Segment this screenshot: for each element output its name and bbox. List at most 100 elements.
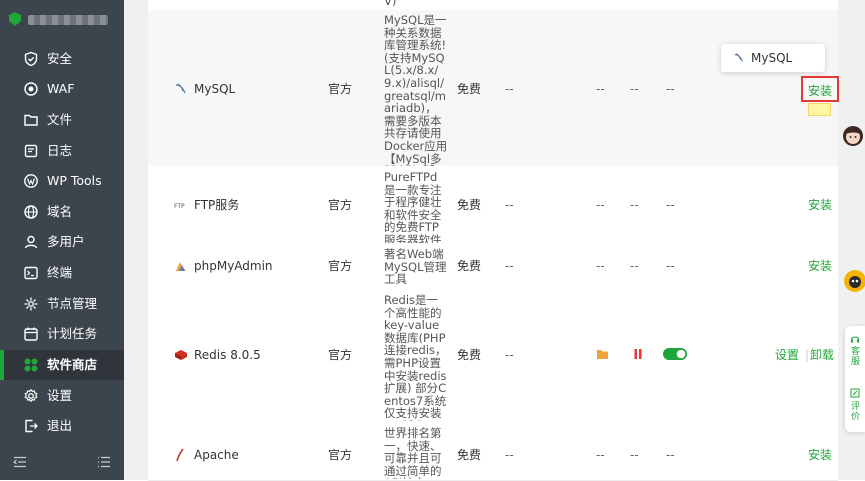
review-button[interactable]: 评价 bbox=[851, 402, 861, 422]
sidebar-item-label: 软件商店 bbox=[47, 357, 98, 372]
sidebar-item-cron[interactable]: 计划任务 bbox=[0, 319, 124, 349]
collapse-menu-icon[interactable] bbox=[13, 455, 27, 469]
svg-text:FTP: FTP bbox=[174, 203, 185, 210]
expire-date: -- bbox=[505, 198, 514, 212]
server-name-blurred bbox=[28, 15, 108, 25]
sidebar-item-waf[interactable]: WAF bbox=[0, 74, 124, 104]
grid-icon bbox=[23, 357, 39, 373]
helper-mascot-icon[interactable] bbox=[843, 268, 865, 294]
shield-icon bbox=[23, 51, 39, 67]
developer: 官方 bbox=[328, 348, 353, 362]
price: 免费 bbox=[457, 259, 482, 273]
float-toolbar: 客服 评价 bbox=[845, 326, 865, 432]
tooltip-text: MySQL bbox=[751, 51, 793, 65]
log-icon bbox=[23, 143, 39, 159]
description: 世界排名第一，快速、可靠并且可通过简单的API扩充 bbox=[384, 427, 442, 479]
developer: 官方 bbox=[328, 198, 353, 212]
mysql-icon bbox=[174, 82, 188, 96]
home-display-toggle[interactable] bbox=[663, 348, 687, 360]
table-row[interactable]: Apache 官方 世界排名第一，快速、可靠并且可通过简单的API扩充 免费 -… bbox=[148, 421, 838, 481]
customer-service-button[interactable]: 客服 bbox=[851, 347, 861, 367]
sidebar-item-logs[interactable]: 日志 bbox=[0, 136, 124, 166]
developer: 官方 bbox=[328, 82, 353, 96]
stop-service-icon[interactable] bbox=[633, 348, 643, 360]
description: 著名Web端MySQL管理工具 bbox=[384, 247, 447, 287]
sidebar-item-label: 计划任务 bbox=[47, 326, 98, 341]
sidebar-item-label: 退出 bbox=[47, 418, 73, 433]
sidebar-item-domains[interactable]: 域名 bbox=[0, 197, 124, 227]
sidebar-item-software-store[interactable]: 软件商店 bbox=[0, 350, 124, 380]
sidebar-item-files[interactable]: 文件 bbox=[0, 105, 124, 135]
location: -- bbox=[596, 198, 605, 212]
table-row[interactable]: Redis 8.0.5 官方 Redis是一个高性能的key-value数据库(… bbox=[148, 289, 838, 432]
brand bbox=[0, 0, 124, 38]
sidebar-item-label: 节点管理 bbox=[47, 296, 98, 311]
ftp-icon: FTP bbox=[174, 198, 188, 212]
folder-open-icon[interactable] bbox=[596, 348, 609, 360]
description: Redis是一个高性能的key-value数据库(PHP连接redis，需PHP… bbox=[384, 293, 447, 432]
software-name[interactable]: MySQL bbox=[174, 82, 235, 96]
folder-icon bbox=[23, 112, 39, 128]
sidebar-item-security[interactable]: 安全 bbox=[0, 44, 124, 74]
status: -- bbox=[630, 82, 639, 96]
sidebar-item-logout[interactable]: 退出 bbox=[0, 411, 124, 441]
sidebar-item-label: WP Tools bbox=[47, 173, 102, 188]
table-row[interactable]: MySQL 官方 MySQL是一种关系数据库管理系统!(支持MySQL(5.x/… bbox=[148, 10, 838, 190]
logout-icon bbox=[23, 418, 39, 434]
price: 免费 bbox=[457, 448, 482, 462]
redis-icon bbox=[174, 348, 188, 362]
uninstall-button[interactable]: 卸载 bbox=[810, 348, 834, 362]
phpmyadmin-icon bbox=[174, 259, 188, 273]
location: -- bbox=[596, 259, 605, 273]
sidebar-item-label: 设置 bbox=[47, 388, 73, 403]
description: PureFTPd是一款专注于程序健壮和软件安全的免费FTP服务器软件 bbox=[384, 170, 442, 247]
sidebar-item-label: 域名 bbox=[47, 204, 73, 219]
install-button[interactable]: 安装 bbox=[808, 198, 832, 212]
install-button[interactable]: 安装 bbox=[808, 448, 832, 462]
sidebar-item-users[interactable]: 多用户 bbox=[0, 227, 124, 257]
software-name[interactable]: FTP FTP服务 bbox=[174, 198, 239, 212]
highlight-marker bbox=[808, 103, 831, 116]
install-button[interactable]: 安装 bbox=[808, 259, 832, 273]
software-name[interactable]: phpMyAdmin bbox=[174, 259, 273, 273]
home-display: -- bbox=[666, 448, 675, 462]
expire-date: -- bbox=[505, 448, 514, 462]
calendar-icon bbox=[23, 326, 39, 342]
mysql-install-button[interactable]: 安装 bbox=[801, 76, 839, 102]
globe-icon bbox=[23, 204, 39, 220]
table-row[interactable]: FTP FTP服务 官方 PureFTPd是一款专注于程序健壮和软件安全的免费F… bbox=[148, 166, 838, 247]
sidebar-item-wp-tools[interactable]: WP Tools bbox=[0, 166, 124, 196]
sidebar-item-nodes[interactable]: 节点管理 bbox=[0, 289, 124, 319]
developer: 官方 bbox=[328, 259, 353, 273]
price: 免费 bbox=[457, 82, 482, 96]
settings-button[interactable]: 设置 bbox=[775, 348, 799, 362]
table-row[interactable]: phpMyAdmin 官方 著名Web端MySQL管理工具 免费 -- -- -… bbox=[148, 243, 838, 290]
mysql-icon bbox=[734, 53, 743, 62]
action-separator: | bbox=[805, 348, 810, 362]
logo-icon bbox=[9, 12, 21, 26]
expire-date: -- bbox=[505, 348, 514, 362]
sidebar-item-label: 多用户 bbox=[47, 234, 85, 249]
sidebar-item-label: WAF bbox=[47, 81, 75, 96]
assistant-avatar-icon[interactable] bbox=[842, 124, 864, 148]
status: -- bbox=[630, 448, 639, 462]
user-icon bbox=[23, 234, 39, 250]
install-label: 安装 bbox=[808, 84, 833, 98]
edit-icon[interactable] bbox=[850, 388, 860, 398]
gear-icon bbox=[23, 388, 39, 404]
sidebar-item-settings[interactable]: 设置 bbox=[0, 381, 124, 411]
expire-date: -- bbox=[505, 82, 514, 96]
headset-icon[interactable] bbox=[850, 334, 860, 344]
software-name[interactable]: Apache bbox=[174, 448, 239, 462]
status: -- bbox=[630, 198, 639, 212]
terminal-icon bbox=[23, 265, 39, 281]
description: MySQL是一种关系数据库管理系统!(支持MySQL(5.x/8.x/9.x)/… bbox=[384, 13, 448, 190]
software-name[interactable]: Redis 8.0.5 bbox=[174, 348, 261, 362]
location: -- bbox=[596, 82, 605, 96]
sidebar: 安全 WAF 文件 日志 WP Tools 域名 多用户 终端 节点管理 计划任… bbox=[0, 0, 124, 480]
menu-list-icon[interactable] bbox=[97, 455, 111, 469]
sidebar-item-terminal[interactable]: 终端 bbox=[0, 258, 124, 288]
truncated-description: V) bbox=[384, 0, 397, 8]
price: 免费 bbox=[457, 198, 482, 212]
waf-icon bbox=[23, 81, 39, 97]
